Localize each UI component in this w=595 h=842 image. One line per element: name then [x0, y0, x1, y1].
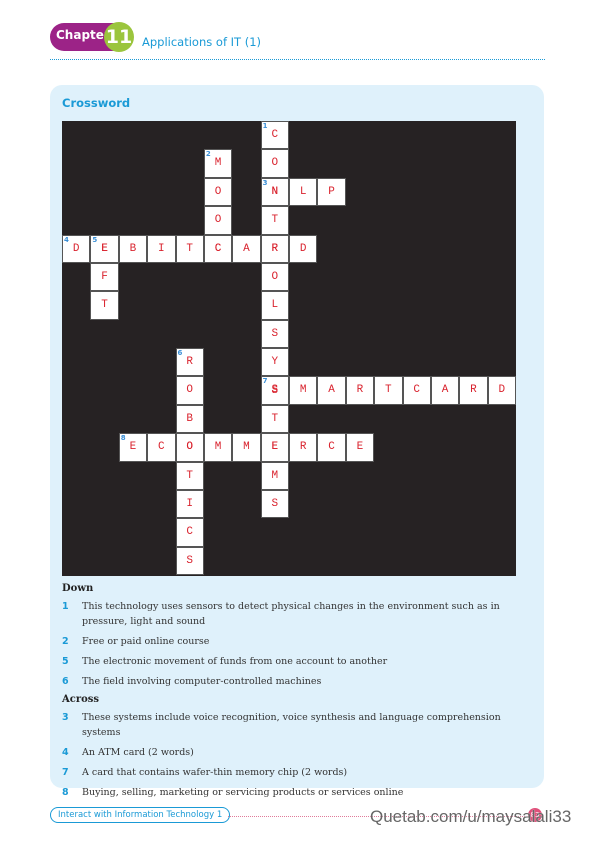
clue-text: These systems include voice recognition,… — [82, 712, 501, 738]
crossword-answer-down: ROBOTICS — [186, 356, 193, 567]
clue-number-label: 6 — [177, 349, 183, 357]
crossword-answer-across: DEBITCARD — [72, 242, 329, 255]
clue-number: 1 — [62, 601, 69, 612]
clue-number-label: 3 — [262, 178, 268, 187]
book-title: Interact with Information Technology 1 — [50, 807, 231, 823]
clue-number: 8 — [62, 787, 69, 798]
crossword-answer-across: ECOMMERCE — [129, 441, 386, 454]
clue-number-label: 1 — [262, 122, 268, 130]
header-divider — [50, 59, 545, 60]
crossword-grid: 8 6 5 4 2 7 3 1 CONTROLSYSTEMS MOOC NLP DEBITCARD EF… — [62, 121, 517, 576]
chapter-title: Applications of IT (1) — [142, 35, 262, 49]
down-clues: 1 This technology uses sensors to detect … — [62, 599, 537, 689]
clue-number: 5 — [62, 656, 69, 667]
clue-text: The field involving computer-controlled … — [82, 676, 322, 687]
clue-item: 7 A card that contains wafer-thin memory … — [62, 765, 537, 780]
chapter-label: Chapter — [56, 28, 110, 42]
clue-item: 4 An ATM card (2 words) — [62, 745, 537, 760]
across-heading: Across — [62, 694, 100, 705]
clue-item: 2 Free or paid online course — [62, 634, 537, 649]
clue-item: 6 The field involving computer-controlled… — [62, 674, 537, 689]
clue-text: A card that contains wafer-thin memory c… — [82, 767, 348, 778]
clue-text: An ATM card (2 words) — [82, 747, 194, 758]
crossword-answer-across: NLP — [271, 185, 357, 198]
page: Chapter 11 Applications of IT (1) Crossw… — [0, 0, 595, 842]
clue-number-label: 7 — [262, 377, 268, 386]
clue-item: 3 These systems include voice recognition… — [62, 710, 537, 740]
clue-number-label: 4 — [64, 235, 69, 244]
clue-number-label: 8 — [120, 434, 126, 443]
clue-number: 2 — [62, 636, 69, 647]
across-clues: 3 These systems include voice recognition… — [62, 710, 537, 800]
panel-title: Crossword — [62, 96, 131, 110]
clue-number: 4 — [62, 747, 69, 758]
clue-item: 1 This technology uses sensors to detect … — [62, 599, 537, 629]
chapter-number: 11 — [104, 22, 134, 52]
clue-number: 3 — [62, 712, 69, 723]
clue-item: 5 The electronic movement of funds from o… — [62, 654, 537, 669]
crossword-answer-down: EFT — [101, 242, 108, 312]
clue-item: 8 Buying, selling, marketing or servicing… — [62, 785, 537, 800]
clue-number-label: 2 — [205, 150, 211, 159]
clue-text: Buying, selling, marketing or servicing … — [82, 787, 404, 798]
watermark: Quetab.com/u/maysalali33 — [370, 807, 572, 826]
clue-text: The electronic movement of funds from on… — [82, 656, 388, 667]
crossword-answer-across: SMARTCARD — [271, 384, 527, 397]
clues: Down 1 This technology uses sensors to de… — [62, 583, 537, 805]
down-heading: Down — [62, 583, 94, 594]
clue-text: Free or paid online course — [82, 636, 210, 647]
clue-number: 6 — [62, 676, 69, 687]
clue-text: This technology uses sensors to detect p… — [82, 601, 500, 627]
clue-number: 7 — [62, 767, 69, 778]
